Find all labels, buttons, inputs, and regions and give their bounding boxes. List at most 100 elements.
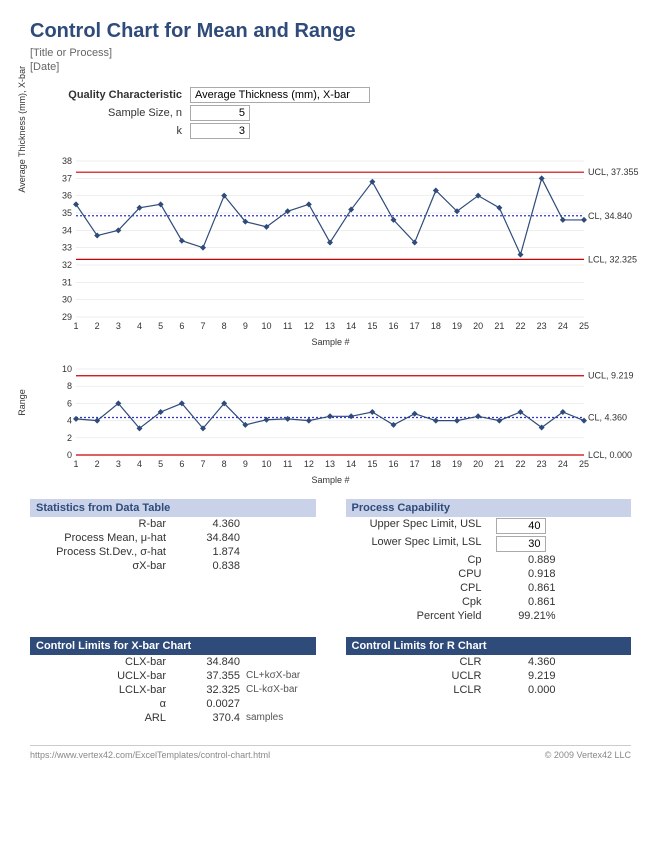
stat-row: CPL0.861 (346, 581, 632, 595)
svg-text:15: 15 (367, 321, 377, 331)
stat-label: Process St.Dev., σ-hat (30, 546, 180, 558)
k-label: k (30, 125, 190, 137)
usl-input[interactable] (496, 518, 546, 534)
svg-text:9: 9 (243, 459, 248, 469)
stat-label: R-bar (30, 518, 180, 530)
stat-row: Cpk0.861 (346, 595, 632, 609)
page-title: Control Chart for Mean and Range (30, 20, 631, 43)
svg-text:16: 16 (388, 321, 398, 331)
quality-characteristic-input[interactable] (190, 87, 370, 103)
stat-label: CLR (346, 656, 496, 668)
stat-value: 34.840 (180, 532, 240, 544)
svg-text:23: 23 (537, 459, 547, 469)
stat-value: 0.861 (496, 582, 556, 594)
svg-text:8: 8 (222, 321, 227, 331)
stat-row: LCLX-bar32.325CL-kσX-bar (30, 683, 316, 697)
capability-header: Process Capability (346, 499, 632, 517)
svg-text:34: 34 (62, 225, 72, 235)
footer-copyright: © 2009 Vertex42 LLC (545, 750, 631, 760)
svg-text:21: 21 (494, 321, 504, 331)
svg-text:31: 31 (62, 277, 72, 287)
range-ylabel: Range (17, 389, 27, 416)
sample-size-label: Sample Size, n (30, 107, 190, 119)
subtitle-date: [Date] (30, 61, 631, 73)
svg-text:16: 16 (388, 459, 398, 469)
xbar-chart: Average Thickness (mm), X-bar 2930313233… (30, 155, 631, 347)
svg-text:10: 10 (261, 321, 271, 331)
stat-row: ARL370.4samples (30, 711, 316, 725)
stat-row: R-bar4.360 (30, 517, 316, 531)
svg-text:LCL, 32.325: LCL, 32.325 (588, 254, 637, 264)
svg-text:UCL, 37.355: UCL, 37.355 (588, 167, 639, 177)
svg-text:9: 9 (243, 321, 248, 331)
stat-row: UCLR9.219 (346, 669, 632, 683)
svg-text:12: 12 (304, 321, 314, 331)
subtitle-process: [Title or Process] (30, 47, 631, 59)
svg-text:1: 1 (73, 321, 78, 331)
svg-text:32: 32 (62, 260, 72, 270)
svg-text:CL, 34.840: CL, 34.840 (588, 211, 632, 221)
stat-value: 37.355 (180, 670, 240, 682)
svg-text:15: 15 (367, 459, 377, 469)
svg-text:14: 14 (346, 459, 356, 469)
svg-text:UCL, 9.219: UCL, 9.219 (588, 371, 634, 381)
stat-label: CPU (346, 568, 496, 580)
svg-text:4: 4 (67, 416, 72, 426)
stat-label: UCLR (346, 670, 496, 682)
sample-size-input[interactable] (190, 105, 250, 121)
svg-text:19: 19 (452, 321, 462, 331)
stat-label: Process Mean, μ-hat (30, 532, 180, 544)
range-xlabel: Sample # (30, 475, 631, 485)
stat-value: 370.4 (180, 712, 240, 724)
stat-label: CLX-bar (30, 656, 180, 668)
footer-url: https://www.vertex42.com/ExcelTemplates/… (30, 750, 270, 760)
svg-text:13: 13 (325, 459, 335, 469)
svg-text:1: 1 (73, 459, 78, 469)
svg-text:10: 10 (261, 459, 271, 469)
svg-text:8: 8 (67, 381, 72, 391)
svg-text:35: 35 (62, 208, 72, 218)
svg-text:37: 37 (62, 173, 72, 183)
svg-text:33: 33 (62, 243, 72, 253)
stat-label: Cpk (346, 596, 496, 608)
stat-row: α0.0027 (30, 697, 316, 711)
svg-text:18: 18 (431, 459, 441, 469)
svg-text:4: 4 (137, 321, 142, 331)
svg-text:29: 29 (62, 312, 72, 322)
svg-text:14: 14 (346, 321, 356, 331)
svg-text:7: 7 (200, 321, 205, 331)
stat-row: CLR4.360 (346, 655, 632, 669)
stat-label: Percent Yield (346, 610, 496, 622)
svg-text:6: 6 (179, 459, 184, 469)
stat-value: 32.325 (180, 684, 240, 696)
stat-value: 0.0027 (180, 698, 240, 710)
svg-text:20: 20 (473, 321, 483, 331)
stat-row: Process Mean, μ-hat34.840 (30, 531, 316, 545)
stat-value: 0.889 (496, 554, 556, 566)
stat-value: 4.360 (180, 518, 240, 530)
stat-label: CPL (346, 582, 496, 594)
k-input[interactable] (190, 123, 250, 139)
svg-text:3: 3 (116, 459, 121, 469)
lsl-input[interactable] (496, 536, 546, 552)
stat-label: σX-bar (30, 560, 180, 572)
stat-label: UCLX-bar (30, 670, 180, 682)
stat-row: Cp0.889 (346, 553, 632, 567)
stat-row: CPU0.918 (346, 567, 632, 581)
usl-label: Upper Spec Limit, USL (346, 518, 496, 534)
stat-row: LCLR0.000 (346, 683, 632, 697)
stat-label: Cp (346, 554, 496, 566)
lsl-label: Lower Spec Limit, LSL (346, 536, 496, 552)
svg-text:19: 19 (452, 459, 462, 469)
stat-note: CL-kσX-bar (240, 684, 298, 696)
stat-value: 0.838 (180, 560, 240, 572)
svg-text:6: 6 (67, 398, 72, 408)
stat-value: 0.918 (496, 568, 556, 580)
stat-row: σX-bar0.838 (30, 559, 316, 573)
xbar-xlabel: Sample # (30, 337, 631, 347)
stat-label: ARL (30, 712, 180, 724)
stat-value: 4.360 (496, 656, 556, 668)
stat-row: CLX-bar34.840 (30, 655, 316, 669)
svg-text:38: 38 (62, 156, 72, 166)
limits-r-header: Control Limits for R Chart (346, 637, 632, 655)
